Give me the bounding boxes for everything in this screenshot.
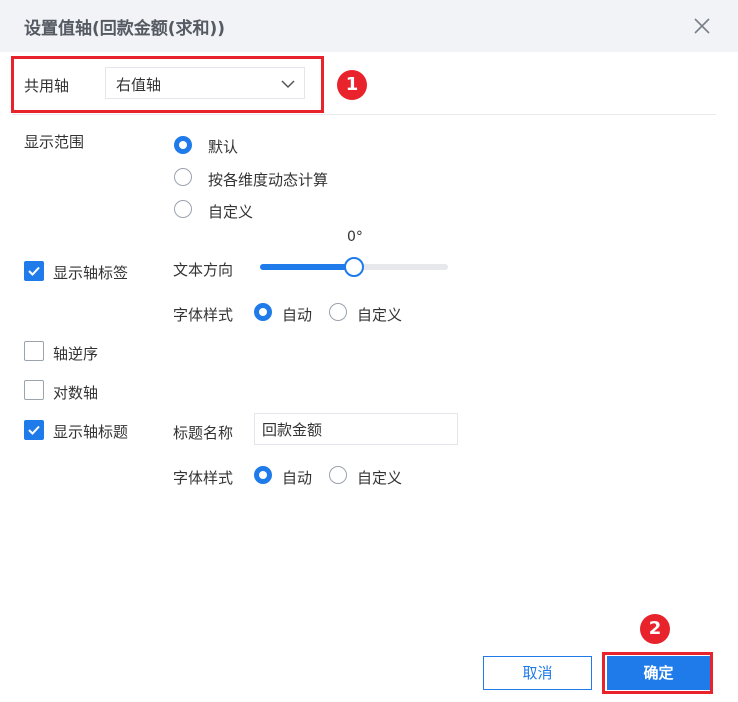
radio-title-font-auto[interactable] — [254, 466, 272, 484]
check-icon — [28, 425, 40, 435]
check-icon — [28, 266, 40, 276]
text-direction-slider-thumb[interactable] — [344, 257, 364, 277]
radio-range-default-label: 默认 — [208, 138, 239, 156]
radio-range-dynamic-label: 按各维度动态计算 — [208, 171, 329, 189]
radio-range-custom[interactable] — [174, 200, 192, 218]
annotation-marker-2: 2 — [640, 614, 670, 644]
checkbox-show-axis-labels[interactable] — [24, 261, 44, 281]
axis-reverse-label: 轴逆序 — [53, 345, 99, 363]
radio-label-font-auto-label: 自动 — [282, 306, 313, 324]
show-axis-title-label: 显示轴标题 — [53, 423, 129, 441]
radio-title-font-auto-label: 自动 — [282, 469, 313, 487]
divider — [12, 114, 716, 115]
label-font-style-label: 字体样式 — [173, 306, 234, 324]
cancel-button[interactable]: 取消 — [483, 656, 592, 690]
title-name-input[interactable] — [254, 413, 458, 445]
text-direction-slider-fill — [260, 264, 354, 270]
radio-label-font-custom[interactable] — [329, 303, 347, 321]
close-icon[interactable] — [690, 14, 714, 38]
display-range-label: 显示范围 — [24, 133, 85, 151]
log-axis-label: 对数轴 — [53, 384, 99, 402]
shared-axis-value: 右值轴 — [116, 76, 162, 94]
dialog-header: 设置值轴(回款金额(求和)) — [0, 0, 738, 52]
show-axis-labels-label: 显示轴标签 — [53, 264, 129, 282]
radio-label-font-auto[interactable] — [254, 303, 272, 321]
checkbox-log-axis[interactable] — [24, 380, 44, 400]
radio-range-dynamic[interactable] — [174, 168, 192, 186]
text-direction-label: 文本方向 — [173, 261, 234, 279]
text-direction-value: 0° — [347, 229, 363, 245]
checkbox-axis-reverse[interactable] — [24, 341, 44, 361]
ok-button[interactable]: 确定 — [607, 656, 710, 690]
shared-axis-label: 共用轴 — [24, 77, 70, 95]
title-name-label: 标题名称 — [173, 424, 234, 442]
radio-title-font-custom-label: 自定义 — [357, 469, 403, 487]
radio-range-default[interactable] — [174, 136, 192, 154]
chevron-down-icon — [280, 76, 296, 92]
shared-axis-select[interactable]: 右值轴 — [105, 67, 305, 99]
radio-range-custom-label: 自定义 — [208, 203, 254, 221]
annotation-marker-1: 1 — [337, 70, 367, 100]
dialog-title: 设置值轴(回款金额(求和)) — [24, 19, 226, 39]
radio-label-font-custom-label: 自定义 — [357, 306, 403, 324]
radio-title-font-custom[interactable] — [329, 466, 347, 484]
title-font-style-label: 字体样式 — [173, 469, 234, 487]
checkbox-show-axis-title[interactable] — [24, 420, 44, 440]
